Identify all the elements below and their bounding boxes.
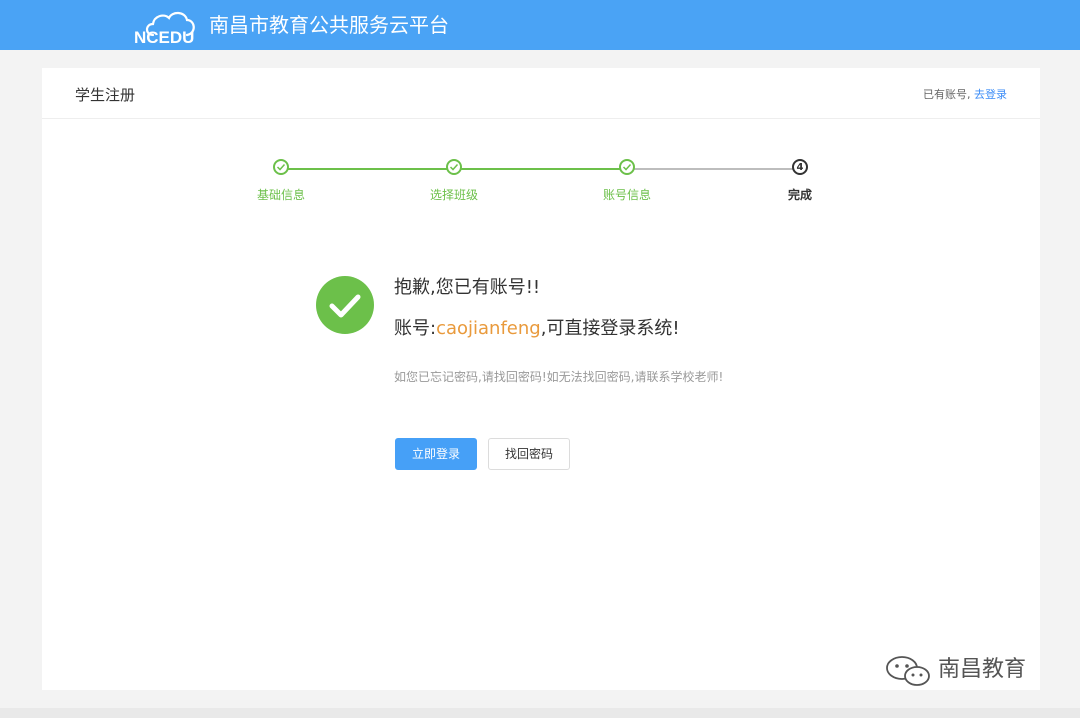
step-2-check-icon <box>446 159 462 175</box>
registration-card: 学生注册 已有账号, 去登录 4 基础信息 选择班级 账号信息 完成 抱歉,您已… <box>42 68 1040 690</box>
account-message: 账号:caojianfeng,可直接登录系统! <box>394 314 680 340</box>
step-connector <box>454 168 628 170</box>
card-header: 学生注册 已有账号, 去登录 <box>42 68 1040 119</box>
logo-text: NCEDU <box>134 28 194 45</box>
step-3-label: 账号信息 <box>602 188 651 202</box>
step-4-label: 完成 <box>787 188 812 202</box>
step-1-check-icon <box>273 159 289 175</box>
go-login-link[interactable]: 去登录 <box>974 88 1007 101</box>
top-navbar: NCEDU 南昌市教育公共服务云平台 <box>0 0 1080 50</box>
have-account-text: 已有账号, <box>923 88 971 101</box>
result-message: 抱歉,您已有账号!! <box>394 277 541 298</box>
watermark-text: 南昌教育 <box>938 657 1027 682</box>
progress-steps: 4 基础信息 选择班级 账号信息 完成 <box>42 156 1040 216</box>
login-now-button[interactable]: 立即登录 <box>395 438 477 470</box>
step-connector <box>628 168 800 170</box>
page-title: 学生注册 <box>75 86 136 104</box>
ncedu-logo[interactable]: NCEDU <box>133 7 199 45</box>
bottom-strip <box>0 708 1080 718</box>
step-connector <box>282 168 454 170</box>
site-title: 南昌市教育公共服务云平台 <box>209 13 449 37</box>
recover-password-button[interactable]: 找回密码 <box>488 438 570 470</box>
step-3-check-icon <box>619 159 635 175</box>
step-4-number: 4 <box>792 159 808 175</box>
username-value: caojianfeng <box>436 318 541 339</box>
account-suffix: ,可直接登录系统! <box>540 318 680 339</box>
check-circle-icon <box>316 276 374 334</box>
password-note: 如您已忘记密码,请找回密码!如无法找回密码,请联系学校老师! <box>394 370 724 384</box>
step-2-label: 选择班级 <box>429 188 478 202</box>
login-hint: 已有账号, 去登录 <box>923 86 1007 102</box>
step-1-label: 基础信息 <box>256 188 305 202</box>
account-prefix: 账号: <box>394 318 437 339</box>
wechat-icon <box>886 656 930 686</box>
